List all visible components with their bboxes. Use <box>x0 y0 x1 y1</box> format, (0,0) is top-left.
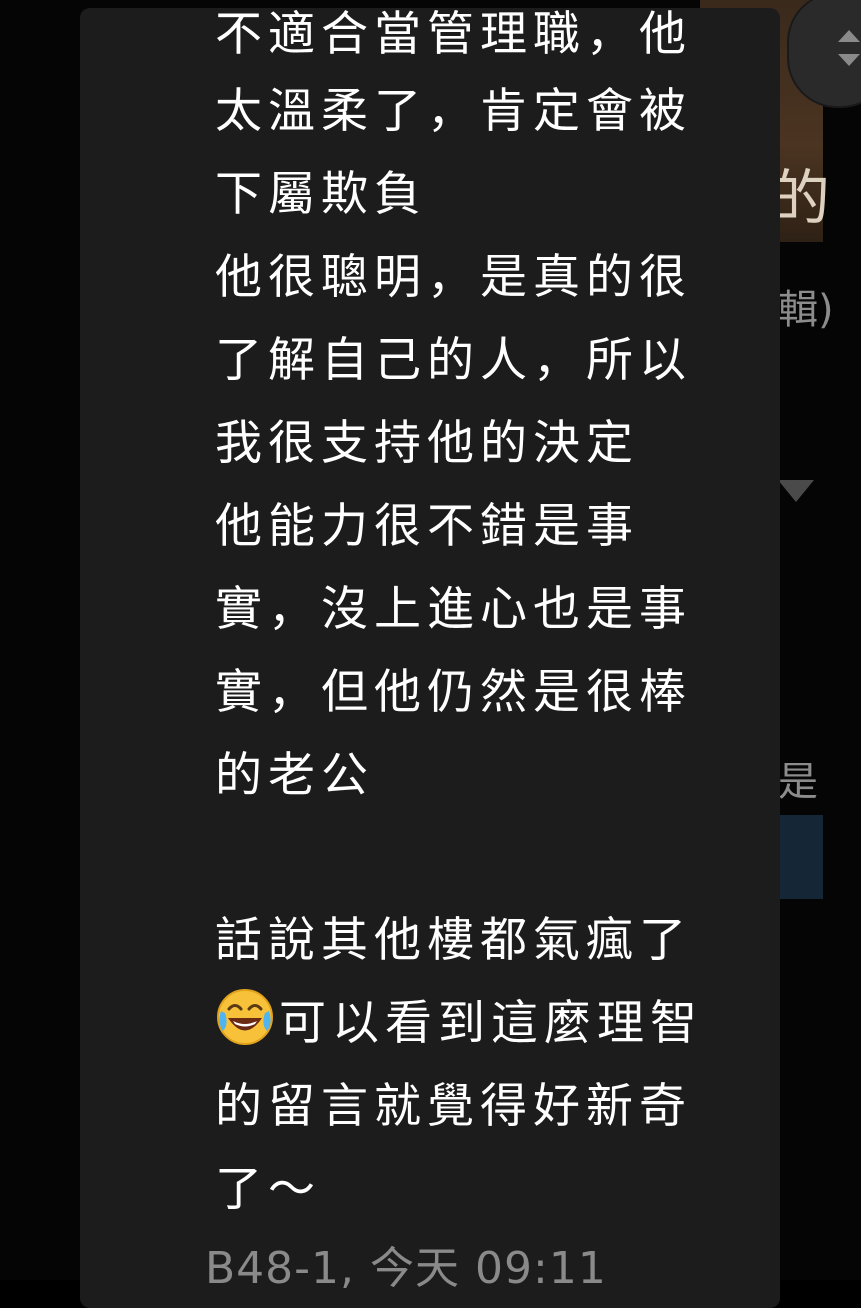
comment-line: 下屬欺負 <box>215 167 427 222</box>
comment-line-text: 可以看到這麼理智 <box>279 996 703 1051</box>
comment-paragraph-gap <box>215 817 735 899</box>
comment-meta: B48-1, 今天 09:11 <box>205 1232 607 1296</box>
laughing-crying-emoji-icon <box>217 989 273 1045</box>
comment-line: 話說其他樓都氣瘋了 <box>215 913 692 968</box>
background-arrow-icon <box>778 480 814 502</box>
meta-separator: , <box>340 1243 371 1294</box>
background-edit-label: 輯) <box>778 287 834 333</box>
comment-line-with-emoji: 可以看到這麼理智 <box>215 982 735 1065</box>
comment-line: 的老公 <box>215 748 374 803</box>
comment-line: 的留言就覺得好新奇 <box>215 1079 692 1134</box>
comment-line: 實，但他仍然是很棒 <box>215 665 692 720</box>
comment-time: 今天 09:11 <box>370 1243 607 1294</box>
background-side-text: 是 <box>778 759 818 805</box>
scroll-up-icon[interactable] <box>838 30 860 42</box>
comment-line: 他能力很不錯是事 <box>215 499 639 554</box>
comment-line: 我很支持他的決定 <box>215 416 639 471</box>
comment-line: 了～ <box>215 1162 321 1217</box>
comment-line: 太溫柔了，肯定會被 <box>215 84 692 139</box>
comment-body: 不適合當管理職，他 太溫柔了，肯定會被 下屬欺負 他很聰明，是真的很 了解自己的… <box>215 0 735 1231</box>
background-blue-block <box>780 815 823 899</box>
comment-line: 實，沒上進心也是事 <box>215 582 692 637</box>
comment-line: 他很聰明，是真的很 <box>215 250 692 305</box>
scroll-down-icon[interactable] <box>838 54 860 66</box>
comment-line: 不適合當管理職，他 <box>215 7 692 62</box>
comment-line: 了解自己的人，所以 <box>215 333 692 388</box>
floor-number: B48-1 <box>205 1243 341 1294</box>
